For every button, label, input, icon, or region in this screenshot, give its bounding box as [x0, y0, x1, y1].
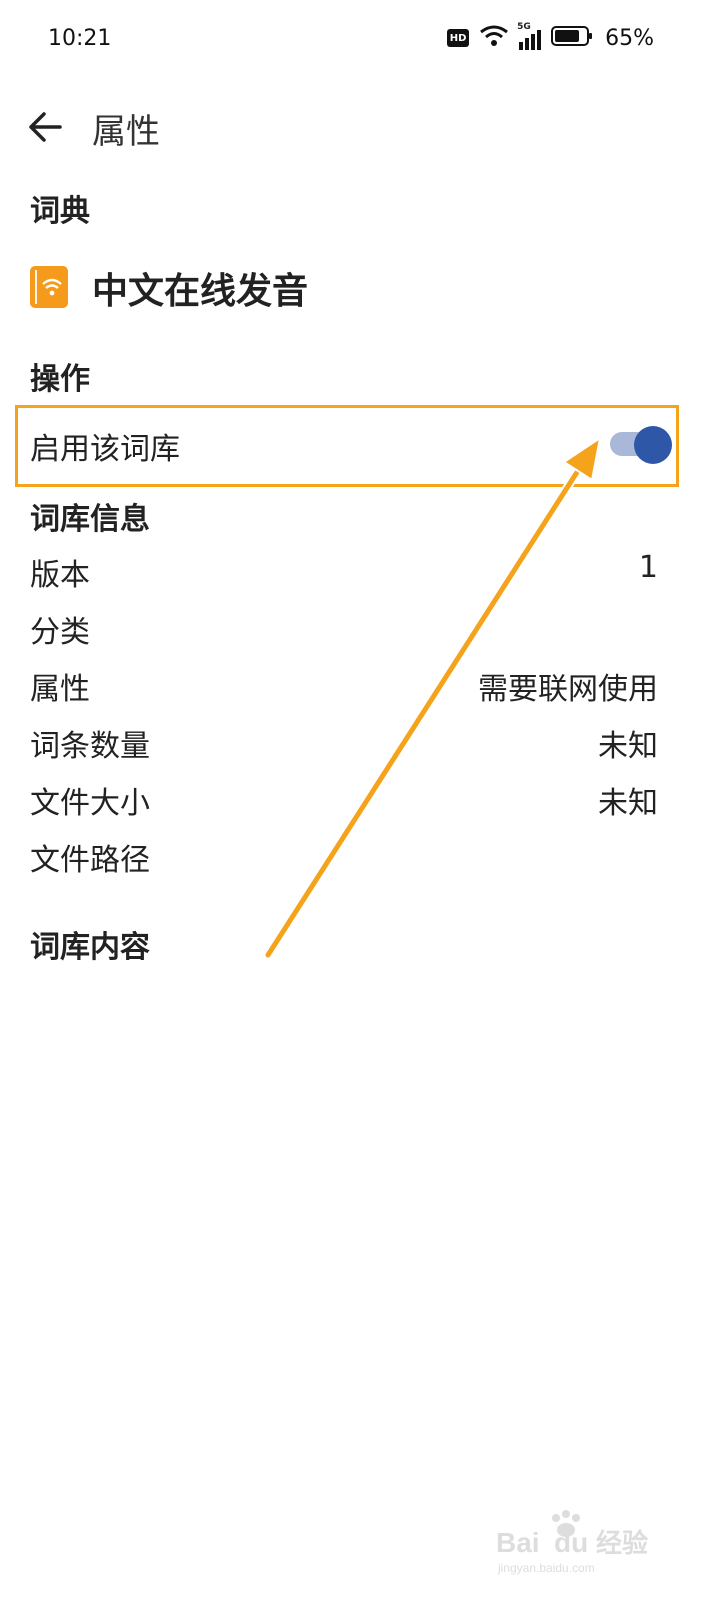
enable-dictionary-label: 启用该词库: [30, 432, 180, 467]
back-arrow-icon: [29, 112, 62, 142]
app-bar: 属性: [0, 90, 716, 162]
status-icons: HD 5G 65%: [447, 22, 654, 52]
info-row-file-path: 文件路径: [0, 827, 716, 883]
info-value: 需要联网使用: [478, 672, 658, 707]
hd-badge: HD: [447, 29, 470, 47]
info-label: 词条数量: [30, 729, 150, 764]
info-row-entry-count: 词条数量 未知: [0, 713, 716, 769]
info-label: 版本: [30, 558, 90, 593]
info-section-header: 词库信息: [30, 502, 150, 537]
network-type-label: 5G: [517, 22, 531, 32]
online-dictionary-icon: [30, 266, 68, 308]
info-label: 属性: [30, 672, 90, 707]
baidu-watermark: Bai du 经验 jingyan.baidu.com: [496, 1508, 676, 1578]
info-row-version: 版本 1: [0, 542, 716, 598]
info-value: 1: [638, 550, 658, 585]
info-row-category: 分类: [0, 599, 716, 655]
info-value: 未知: [598, 786, 658, 821]
back-button[interactable]: [22, 104, 68, 150]
dictionary-name: 中文在线发音: [92, 271, 309, 312]
enable-dictionary-row[interactable]: 启用该词库: [0, 404, 716, 484]
operations-section-header: 操作: [30, 362, 90, 397]
content-section-header[interactable]: 词库内容: [30, 922, 150, 966]
info-label: 文件路径: [30, 843, 150, 878]
battery-icon: [551, 25, 593, 51]
status-bar: 10:21 HD 5G 65%: [0, 0, 716, 80]
svg-text:jingyan.baidu.com: jingyan.baidu.com: [497, 1561, 595, 1575]
enable-dictionary-toggle[interactable]: [608, 426, 672, 464]
info-label: 分类: [30, 615, 90, 650]
battery-percent: 65%: [605, 25, 654, 51]
info-label: 文件大小: [30, 786, 150, 821]
svg-text:Bai: Bai: [496, 1527, 540, 1558]
svg-text:经验: 经验: [596, 1528, 648, 1559]
signal-icon: 5G: [517, 22, 542, 50]
page-title: 属性: [92, 112, 160, 152]
dictionary-section-header: 词典: [30, 194, 90, 229]
wifi-icon: [479, 24, 509, 52]
status-time: 10:21: [48, 26, 112, 51]
info-row-attribute: 属性 需要联网使用: [0, 656, 716, 712]
dictionary-row: 中文在线发音: [0, 250, 716, 322]
toggle-thumb: [634, 426, 672, 464]
svg-text:du: du: [554, 1527, 588, 1558]
info-row-file-size: 文件大小 未知: [0, 770, 716, 826]
info-value: 未知: [598, 729, 658, 764]
screen: 10:21 HD 5G 65% 属性 词典 中文在线发音 操作 启用该词库 词库…: [0, 0, 716, 1600]
